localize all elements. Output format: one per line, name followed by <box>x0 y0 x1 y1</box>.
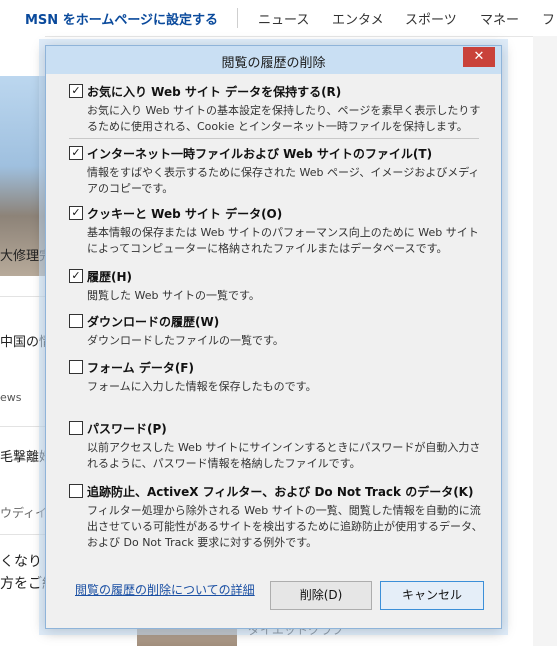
news-headline-4[interactable]: くなり <box>0 551 45 571</box>
option-description: 基本情報の保存または Web サイトのパフォーマンス向上のために Web サイト… <box>87 226 479 255</box>
nav-entertainment[interactable]: エンタメ <box>332 9 384 28</box>
checkbox-cookies[interactable]: ✓ <box>69 206 83 220</box>
nav-money[interactable]: マネー <box>480 9 519 28</box>
checkbox-temporary-files[interactable]: ✓ <box>69 146 83 160</box>
option-label[interactable]: クッキーと Web サイト データ(O) <box>87 205 282 222</box>
option-label[interactable]: フォーム データ(F) <box>87 359 194 376</box>
checkbox-tracking-protection[interactable] <box>69 484 83 498</box>
option-label[interactable]: 追跡防止、ActiveX フィルター、および Do Not Track のデータ… <box>87 483 473 500</box>
option-label[interactable]: お気に入り Web サイト データを保持する(R) <box>87 83 341 100</box>
separator <box>69 138 479 139</box>
checkbox-form-data[interactable] <box>69 360 83 374</box>
left-news-column: 大修理完 中国の情 ews 毛撃離婚 ウディイ くなり 方をご紹 <box>0 36 45 646</box>
checkbox-preserve-favorites[interactable]: ✓ <box>69 84 83 98</box>
news-source: ews <box>0 391 22 404</box>
dialog-title: 閲覧の履歴の削除 <box>221 56 326 71</box>
news-headline-1[interactable]: 大修理完 <box>0 245 45 264</box>
site-header: MSN をホームページに設定する ニュース エンタメ スポーツ マネー フ <box>0 0 557 37</box>
right-column <box>533 36 557 646</box>
option-description: ダウンロードしたファイルの一覧です。 <box>87 334 284 347</box>
option-label[interactable]: ダウンロードの履歴(W) <box>87 313 219 330</box>
option-label[interactable]: パスワード(P) <box>87 420 167 437</box>
nav-sports[interactable]: スポーツ <box>405 9 457 28</box>
option-description: お気に入り Web サイトの基本設定を保持したり、ページを素早く表示したりするた… <box>87 104 481 133</box>
checkbox-download-history[interactable] <box>69 314 83 328</box>
option-description: 情報をすばやく表示するために保存された Web ページ、イメージおよびメディアの… <box>87 166 480 195</box>
nav-news[interactable]: ニュース <box>258 9 309 28</box>
option-label[interactable]: 履歴(H) <box>87 268 132 285</box>
option-description: フィルター処理から除外される Web サイトの一覧、閲覧した情報を自動的に流出さ… <box>87 504 483 549</box>
cancel-button[interactable]: キャンセル <box>380 581 484 610</box>
option-label[interactable]: インターネット一時ファイルおよび Web サイトのファイル(T) <box>87 145 432 162</box>
news-source: ウディイ <box>0 506 45 520</box>
option-description: フォームに入力した情報を保存したものです。 <box>87 380 317 393</box>
checkbox-passwords[interactable] <box>69 421 83 435</box>
news-headline-4b[interactable]: 方をご紹 <box>0 573 45 593</box>
close-button[interactable]: ✕ <box>463 47 495 67</box>
divider <box>0 426 45 427</box>
details-link[interactable]: 閲覧の履歴の削除についての詳細 <box>75 581 255 598</box>
dialog-titlebar[interactable]: 閲覧の履歴の削除 ✕ <box>46 46 501 74</box>
option-description: 以前アクセスした Web サイトにサインインするときにパスワードが自動入力される… <box>87 441 481 470</box>
news-headline-2[interactable]: 中国の情 <box>0 331 45 350</box>
nav-more[interactable]: フ <box>542 9 555 28</box>
nav-divider <box>237 8 238 28</box>
delete-browsing-history-dialog: 閲覧の履歴の削除 ✕ ✓ お気に入り Web サイト データを保持する(R) お… <box>45 45 502 629</box>
delete-button[interactable]: 削除(D) <box>270 581 372 610</box>
divider <box>0 534 45 535</box>
option-description: 閲覧した Web サイトの一覧です。 <box>87 289 260 302</box>
divider <box>0 296 45 297</box>
checkbox-history[interactable]: ✓ <box>69 269 83 283</box>
news-headline-3[interactable]: 毛撃離婚 <box>0 446 45 465</box>
set-homepage-link[interactable]: MSN をホームページに設定する <box>25 9 218 28</box>
